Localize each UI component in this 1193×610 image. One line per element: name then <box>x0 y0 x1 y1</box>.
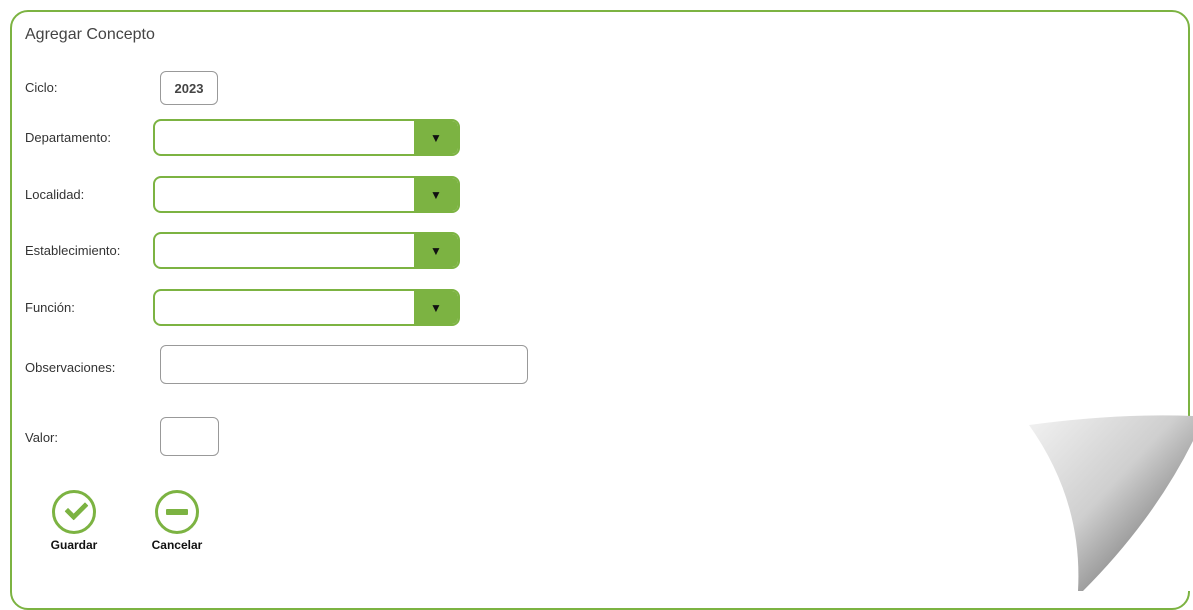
ciclo-field: 2023 <box>160 71 218 105</box>
departamento-label: Departamento: <box>25 130 111 145</box>
dropdown-arrow-icon[interactable]: ▼ <box>414 121 458 154</box>
cancelar-button[interactable]: Cancelar <box>137 490 217 552</box>
observaciones-label: Observaciones: <box>25 360 116 375</box>
localidad-select[interactable]: ▼ <box>153 176 460 213</box>
cancelar-label[interactable]: Cancelar <box>137 538 217 552</box>
establecimiento-select[interactable]: ▼ <box>153 232 460 269</box>
dropdown-arrow-icon[interactable]: ▼ <box>414 234 458 267</box>
dropdown-arrow-icon[interactable]: ▼ <box>414 291 458 324</box>
check-icon[interactable] <box>52 490 96 534</box>
establecimiento-label: Establecimiento: <box>25 243 121 258</box>
valor-input[interactable] <box>160 417 219 456</box>
funcion-label: Función: <box>25 300 75 315</box>
departamento-select[interactable]: ▼ <box>153 119 460 156</box>
dropdown-arrow-icon[interactable]: ▼ <box>414 178 458 211</box>
guardar-label[interactable]: Guardar <box>34 538 114 552</box>
guardar-button[interactable]: Guardar <box>34 490 114 552</box>
observaciones-input[interactable] <box>160 345 528 384</box>
ciclo-label: Ciclo: <box>25 80 58 95</box>
minus-icon[interactable] <box>155 490 199 534</box>
page-curl-decoration <box>1029 415 1193 591</box>
localidad-label: Localidad: <box>25 187 85 202</box>
form-title: Agregar Concepto <box>25 26 155 43</box>
valor-label: Valor: <box>25 430 58 445</box>
funcion-select[interactable]: ▼ <box>153 289 460 326</box>
